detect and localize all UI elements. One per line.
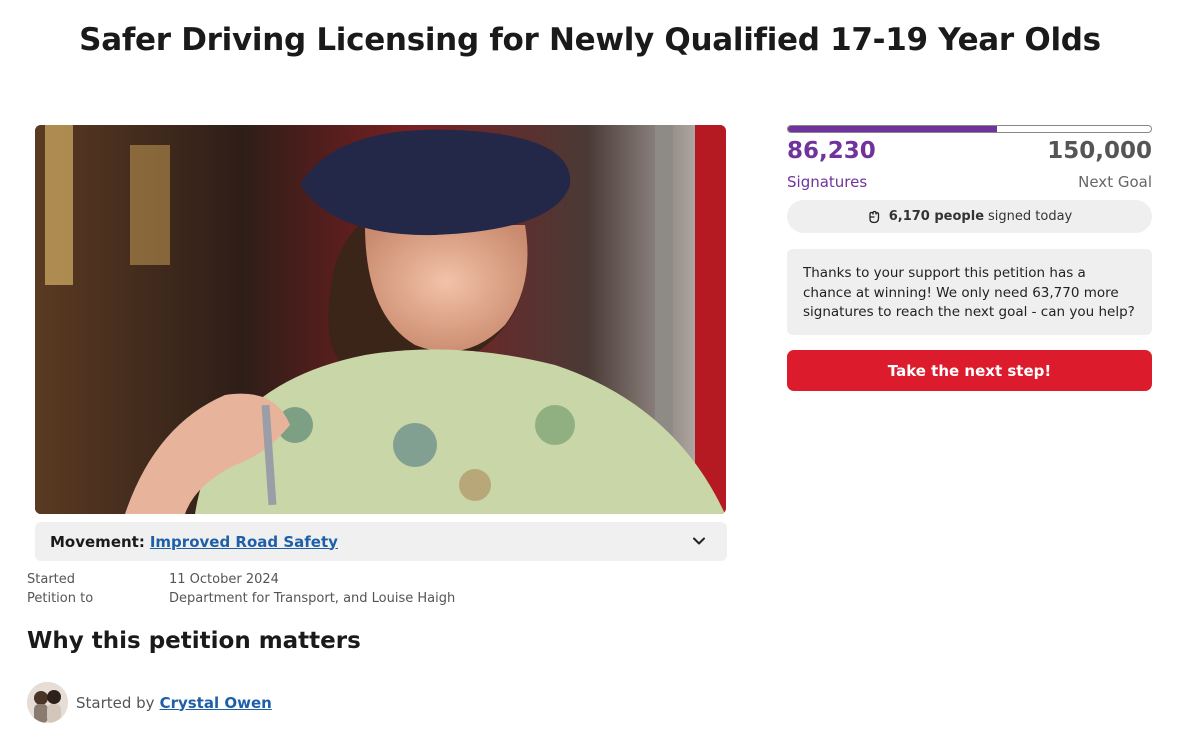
meta-value: Department for Transport, and Louise Hai… <box>169 591 456 606</box>
chevron-down-icon[interactable] <box>691 533 707 549</box>
starter: Started by Crystal Owen <box>27 682 272 723</box>
progress-fill <box>788 126 997 132</box>
page-title: Safer Driving Licensing for Newly Qualif… <box>79 22 1101 58</box>
meta-row-petition-to: Petition to Department for Transport, an… <box>27 589 455 608</box>
meta-key: Started <box>27 572 76 587</box>
petition-photo <box>35 125 726 514</box>
meta-key: Petition to <box>27 591 94 606</box>
meta-row-started: Started 11 October 2024 <box>27 570 455 589</box>
signed-today-count: 6,170 people <box>888 209 985 224</box>
fist-icon <box>869 210 879 223</box>
signed-today-pill: 6,170 people signed today <box>787 200 1152 233</box>
signature-label: Signatures <box>787 173 868 191</box>
support-message: Thanks to your support this petition has… <box>787 249 1152 335</box>
avatar <box>27 682 68 723</box>
meta-value: 11 October 2024 <box>169 572 279 587</box>
movement-bar[interactable]: Movement: Improved Road Safety <box>35 522 727 561</box>
starter-prefix: Started by <box>76 693 155 712</box>
movement-link[interactable]: Improved Road Safety <box>150 533 338 551</box>
movement-label: Movement: <box>50 532 145 551</box>
signed-today-text: signed today <box>988 209 1073 224</box>
petition-meta: Started 11 October 2024 Petition to Depa… <box>27 570 455 608</box>
goal-label: Next Goal <box>1078 173 1152 191</box>
starter-name-link[interactable]: Crystal Owen <box>160 694 272 712</box>
goal-count: 150,000 <box>1047 138 1152 164</box>
signature-count: 86,230 <box>787 138 876 164</box>
signature-progress-bar <box>787 125 1152 133</box>
take-next-step-button[interactable]: Take the next step! <box>787 350 1152 391</box>
section-title: Why this petition matters <box>27 628 361 654</box>
